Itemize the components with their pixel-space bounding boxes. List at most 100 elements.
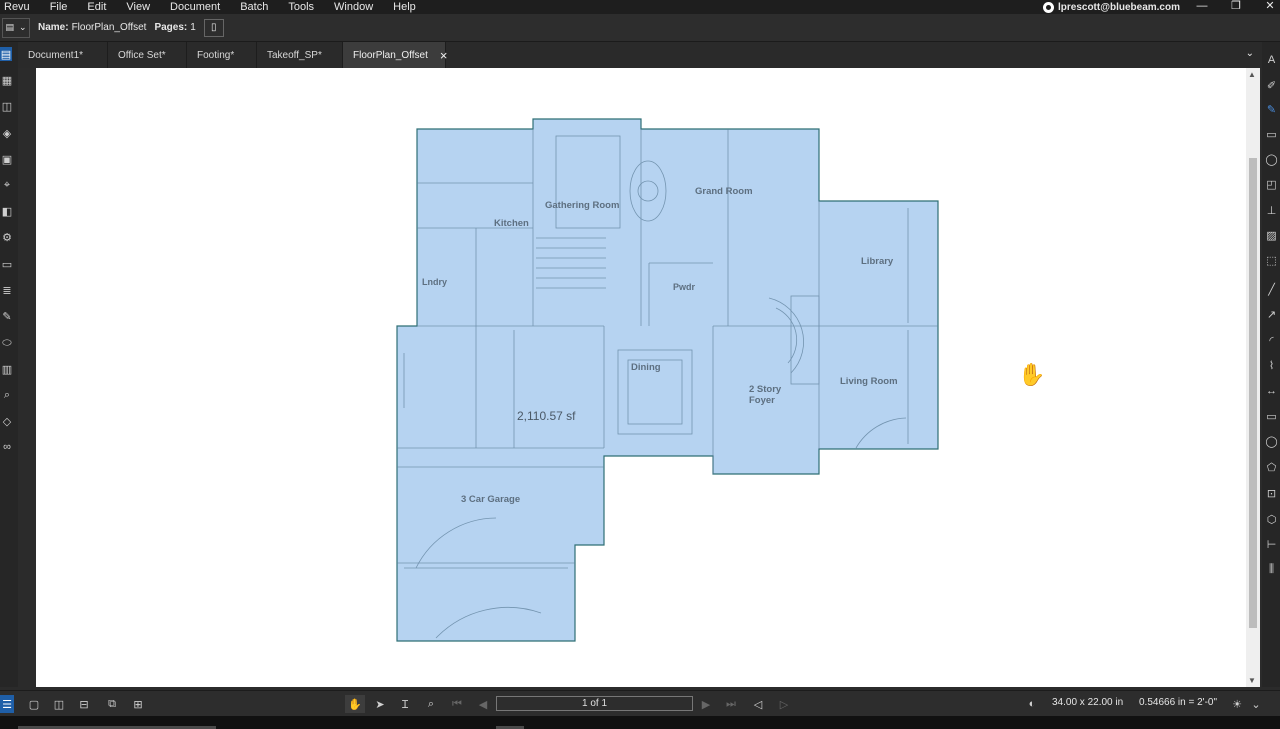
settings-gear-icon[interactable]: ⚙ — [0, 230, 14, 244]
signatures-icon[interactable]: ✎ — [0, 309, 14, 323]
room-label-living: Living Room — [840, 376, 898, 387]
page-number-field[interactable]: 1 of 1 — [496, 696, 693, 711]
thumbnails-icon[interactable]: ▦ — [0, 73, 14, 87]
arrow-icon[interactable]: ↗ — [1264, 307, 1279, 322]
zoom-icon[interactable]: ⌕ — [423, 695, 439, 713]
menu-edit[interactable]: Edit — [77, 0, 116, 14]
menu-help[interactable]: Help — [383, 0, 426, 14]
line-icon[interactable]: ╱ — [1264, 282, 1279, 297]
first-page-icon[interactable]: ⏮ — [449, 695, 465, 713]
previous-view-icon[interactable]: ◁ — [750, 695, 766, 713]
links-icon[interactable]: ⬭ — [0, 336, 14, 350]
hamburger-menu-icon[interactable]: ☰ — [0, 695, 14, 713]
cloud-icon[interactable]: ◯ — [1264, 152, 1279, 167]
menu-window[interactable]: Window — [324, 0, 383, 14]
scroll-down-icon[interactable]: ▼ — [1248, 676, 1256, 685]
room-label-foyer-2: Foyer — [749, 395, 775, 406]
document-icon: ▤ — [5, 22, 14, 32]
menu-view[interactable]: View — [116, 0, 160, 14]
highlight-icon[interactable]: ✐ — [1264, 78, 1279, 93]
document-tab-bar: Document1* Office Set* Footing* Takeoff_… — [18, 42, 1262, 68]
tab-label: Footing* — [197, 49, 235, 61]
grid-snap-icon[interactable]: ⊞ — [130, 695, 146, 713]
chevron-down-icon: ⌄ — [18, 22, 27, 32]
polygon-icon[interactable]: ⬠ — [1264, 460, 1279, 475]
sync-view-icon[interactable]: ⧉ — [104, 695, 120, 713]
ellipse-icon[interactable]: ◯ — [1264, 434, 1279, 449]
text-box-icon[interactable]: A — [1264, 52, 1279, 67]
studio-icon[interactable]: ∞ — [0, 440, 14, 454]
close-tab-icon[interactable]: × — [440, 48, 448, 63]
search-icon[interactable]: ⌕ — [0, 388, 14, 402]
tab-document1[interactable]: Document1* — [18, 42, 108, 68]
page-setup-button[interactable]: ▯ — [203, 18, 224, 37]
document-canvas[interactable]: Kitchen Gathering Room Grand Room Librar… — [36, 68, 1246, 687]
markups-list-icon[interactable]: ≣ — [0, 283, 14, 297]
tags-icon[interactable]: ◇ — [0, 414, 14, 428]
tabs-overflow-chevron-icon[interactable]: ⌄ — [1246, 48, 1254, 59]
rectangle-icon[interactable]: ▭ — [1264, 409, 1279, 424]
contrast-icon[interactable]: ◐ — [1024, 695, 1040, 713]
scale-readout[interactable]: 0.54666 in = 2'-0" — [1139, 697, 1217, 708]
image-icon[interactable]: ▨ — [1264, 228, 1279, 243]
menu-batch[interactable]: Batch — [230, 0, 278, 14]
menu-tools[interactable]: Tools — [278, 0, 324, 14]
scroll-up-icon[interactable]: ▲ — [1248, 70, 1256, 79]
split-vertical-icon[interactable]: ◫ — [51, 695, 67, 713]
tab-floorplan-offset[interactable]: FloorPlan_Offset × — [343, 42, 448, 68]
toolchest-icon[interactable]: ▣ — [0, 152, 14, 166]
room-label-laundry: Lndry — [422, 277, 447, 287]
status-chevron-down-icon[interactable]: ⌄ — [1250, 695, 1262, 713]
tab-footing[interactable]: Footing* — [187, 42, 257, 68]
perimeter-measure-icon[interactable]: ⊢ — [1264, 537, 1279, 552]
files-icon[interactable]: ▥ — [0, 362, 14, 376]
vertical-scrollbar[interactable]: ▲ ▼ — [1246, 68, 1260, 687]
properties-panel-icon[interactable]: ▤ — [0, 47, 12, 61]
minimize-button[interactable]: — — [1188, 0, 1216, 14]
account-menu[interactable]: lprescott@bluebeam.com — [1042, 0, 1180, 14]
stamp-icon[interactable]: ⊥ — [1264, 203, 1279, 218]
os-taskbar — [0, 716, 1280, 729]
right-tool-rail: A ✐ ✎ ▭ ◯ ◰ ⊥ ▨ ⬚ ╱ ↗ ◜ ⌇ ↔ ▭ ◯ ⬠ ⊡ ⬡ ⊢ … — [1262, 42, 1280, 687]
arc-icon[interactable]: ◜ — [1264, 333, 1279, 348]
tab-label: Office Set* — [118, 49, 166, 61]
menu-revu[interactable]: Revu — [0, 0, 40, 14]
menu-file[interactable]: File — [40, 0, 78, 14]
pages-value: 1 — [190, 22, 196, 33]
layers-icon[interactable]: ◈ — [0, 126, 14, 140]
places-icon[interactable]: ⌖ — [0, 178, 14, 192]
brightness-icon[interactable]: ☀ — [1229, 695, 1245, 713]
select-text-icon[interactable]: Ɪ — [397, 695, 413, 713]
polyline-icon[interactable]: ⌇ — [1264, 358, 1279, 373]
close-window-button[interactable]: ✕ — [1256, 0, 1280, 14]
pan-tool-icon[interactable]: ✋ — [345, 695, 365, 713]
area-measure-icon[interactable]: ⬡ — [1264, 512, 1279, 527]
measurements-icon[interactable]: ▭ — [0, 257, 14, 271]
single-page-view-icon[interactable]: ▢ — [26, 695, 42, 713]
tab-takeoff-sp[interactable]: Takeoff_SP* — [257, 42, 343, 68]
note-icon[interactable]: ◰ — [1264, 177, 1279, 192]
room-label-dining: Dining — [631, 362, 661, 373]
count-measure-icon[interactable]: ⫼ — [1264, 562, 1279, 577]
length-measure-icon[interactable]: ⊡ — [1264, 486, 1279, 501]
document-dropdown[interactable]: ▤ ⌄ — [2, 17, 30, 38]
sets-icon[interactable]: ◧ — [0, 204, 14, 218]
bookmarks-icon[interactable]: ◫ — [0, 99, 14, 113]
dimension-icon[interactable]: ↔ — [1264, 383, 1279, 398]
account-email: lprescott@bluebeam.com — [1057, 1, 1180, 13]
next-page-icon[interactable]: ▶ — [698, 695, 714, 713]
pen-icon[interactable]: ✎ — [1264, 102, 1279, 117]
next-view-icon[interactable]: ▷ — [776, 695, 792, 713]
menu-document[interactable]: Document — [160, 0, 230, 14]
tab-office-set[interactable]: Office Set* — [108, 42, 187, 68]
restore-button[interactable]: ❐ — [1222, 0, 1250, 14]
bluebeam-logo-icon — [1042, 1, 1054, 13]
scrollbar-thumb[interactable] — [1249, 158, 1257, 628]
callout-icon[interactable]: ▭ — [1264, 127, 1279, 142]
split-horizontal-icon[interactable]: ⊟ — [76, 695, 92, 713]
status-bar: ☰ ▢ ◫ ⊟ ⧉ ⊞ ✋ ➤ Ɪ ⌕ ⏮ ◀ 1 of 1 ▶ ⏭ ◁ ▷ ◐… — [0, 690, 1280, 716]
snapshot-icon[interactable]: ⬚ — [1264, 253, 1279, 268]
last-page-icon[interactable]: ⏭ — [723, 695, 739, 713]
previous-page-icon[interactable]: ◀ — [475, 695, 491, 713]
select-tool-icon[interactable]: ➤ — [372, 695, 388, 713]
